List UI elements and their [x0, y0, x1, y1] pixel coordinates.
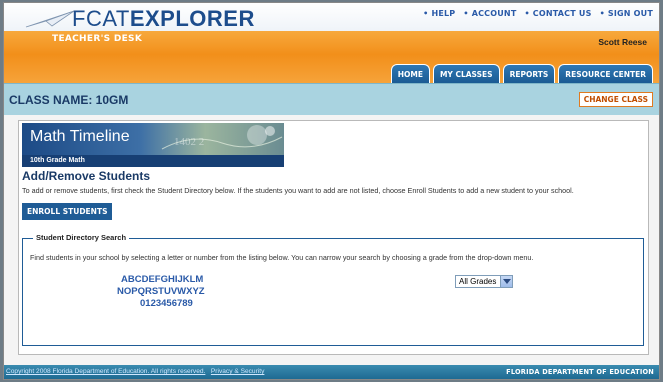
logo-text: FCATEXPLORER — [72, 6, 255, 31]
class-bar: CLASS NAME: 10GM CHANGE CLASS — [4, 83, 659, 115]
sign-out-link[interactable]: • SIGN OUT — [600, 9, 653, 18]
tab-my-classes[interactable]: MY CLASSES — [432, 64, 500, 83]
copyright-text: Copyright 2008 Florida Department of Edu… — [6, 368, 264, 375]
tab-reports[interactable]: REPORTS — [502, 64, 556, 83]
section-title: TEACHER'S DESK — [52, 34, 143, 44]
section-bar: TEACHER'S DESK Scott Reese HOME MY CLASS… — [4, 31, 659, 83]
student-directory-search: Student Directory Search Find students i… — [22, 233, 644, 346]
banner-graphic-icon: 1402 2 — [161, 125, 283, 150]
digits-0-9[interactable]: 0123456789 — [121, 298, 241, 310]
contact-us-link[interactable]: • CONTACT US — [524, 9, 591, 18]
directory-instructions: Find students in your school by selectin… — [30, 253, 534, 262]
letters-a-m[interactable]: ABCDEFGHIJKLM — [121, 274, 241, 286]
grade-dropdown-value: All Grades — [459, 277, 497, 286]
page-heading: Add/Remove Students — [22, 169, 151, 183]
intro-text: To add or remove students, first check t… — [22, 186, 574, 195]
agency-name: FLORIDA DEPARTMENT OF EDUCATION — [506, 368, 654, 376]
change-class-button[interactable]: CHANGE CLASS — [578, 92, 653, 107]
privacy-link[interactable]: Privacy & Security — [211, 368, 265, 375]
account-link[interactable]: • ACCOUNT — [463, 9, 516, 18]
tab-resource-center[interactable]: RESOURCE CENTER — [558, 64, 653, 83]
user-name: Scott Reese — [598, 37, 647, 47]
chevron-down-icon[interactable] — [500, 276, 512, 287]
paper-plane-icon — [25, 10, 75, 28]
tab-home[interactable]: HOME — [390, 64, 430, 83]
enroll-students-button[interactable]: ENROLL STUDENTS — [22, 203, 113, 220]
grade-dropdown[interactable]: All Grades — [455, 275, 513, 288]
help-link[interactable]: • HELP — [423, 9, 455, 18]
main-nav-tabs: HOME MY CLASSES REPORTS RESOURCE CENTER — [390, 64, 653, 83]
utility-links: • HELP • ACCOUNT • CONTACT US • SIGN OUT — [423, 9, 653, 18]
letters-n-z[interactable]: NOPQRSTUVWXYZ — [117, 286, 241, 298]
page-frame: FCATEXPLORER • HELP • ACCOUNT • CONTACT … — [3, 2, 660, 380]
svg-text:1402 2: 1402 2 — [174, 136, 204, 148]
math-timeline-banner: 1402 2 Math Timeline 10th Grade Math — [22, 123, 284, 167]
alphanumeric-index: ABCDEFGHIJKLM NOPQRSTUVWXYZ 0123456789 — [117, 274, 241, 310]
copyright-link[interactable]: Copyright 2008 Florida Department of Edu… — [6, 368, 205, 375]
class-name: CLASS NAME: 10GM — [9, 93, 129, 107]
content-panel: 1402 2 Math Timeline 10th Grade Math Add… — [18, 120, 649, 355]
banner-title: Math Timeline — [30, 128, 130, 145]
banner-subtitle: 10th Grade Math — [22, 155, 284, 167]
top-header: FCATEXPLORER • HELP • ACCOUNT • CONTACT … — [4, 3, 659, 33]
directory-legend: Student Directory Search — [33, 233, 130, 242]
footer: Copyright 2008 Florida Department of Edu… — [4, 365, 659, 379]
